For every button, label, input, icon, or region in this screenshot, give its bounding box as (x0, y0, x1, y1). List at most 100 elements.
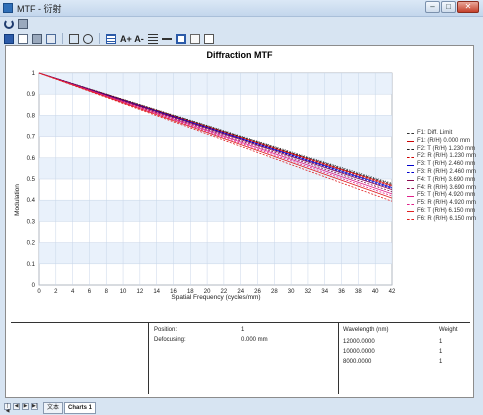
mtf-window: MTF - 衍射 – □ ✕ A+ A- Diffraction MTF 0 2… (0, 0, 483, 415)
toolbar-main: A+ A- (0, 31, 483, 46)
legend-swatch (407, 219, 414, 221)
legend-item: F5: T (R/H) 4.920 mm (407, 192, 476, 200)
y-tick-label: 0.8 (27, 113, 36, 119)
legend-swatch (407, 141, 414, 143)
zoom-icon[interactable] (83, 33, 93, 44)
font-decrease-icon[interactable]: A- (134, 34, 144, 44)
x-tick-label: 6 (88, 289, 92, 295)
tab-first-button[interactable]: |◀ (4, 403, 11, 414)
window-title: MTF - 衍射 (17, 4, 62, 14)
legend-swatch (407, 187, 414, 189)
tab-text[interactable]: 文本 (43, 402, 64, 414)
weight-value: 1 (439, 339, 443, 345)
wavelength-header: Wavelength (nm) (343, 327, 389, 333)
copy-icon[interactable] (18, 33, 28, 44)
x-tick-label: 8 (105, 289, 109, 295)
legend-label: F5: R (R/H) 4.920 mm (417, 200, 477, 207)
legend-swatch (407, 156, 414, 158)
legend-item: F4: T (R/H) 3.690 mm (407, 177, 476, 185)
legend-label: F6: R (R/H) 6.150 mm (417, 215, 477, 222)
x-tick-label: 42 (389, 289, 396, 295)
wavelength-value: 8000.0000 (343, 359, 372, 365)
position-label: Position: (154, 327, 178, 333)
defocusing-label: Defocusing: (154, 337, 186, 343)
x-tick-label: 36 (338, 289, 345, 295)
legend-item: F5: R (R/H) 4.920 mm (407, 200, 476, 208)
chart-panel: Diffraction MTF 0 2 4 6 8 10 12 14 16 18 20 22 24 26 2… (5, 45, 477, 398)
dash-style-icon[interactable] (162, 33, 172, 44)
legend-swatch (407, 133, 414, 135)
x-tick-label: 28 (271, 289, 278, 295)
tab-last-button[interactable]: ▶| (31, 403, 38, 410)
position-value: 1 (241, 327, 245, 333)
y-tick-label: 0 (32, 283, 36, 289)
legend-label: F4: T (R/H) 3.690 mm (417, 176, 476, 183)
legend-label: F6: T (R/H) 6.150 mm (417, 207, 476, 214)
print-icon[interactable] (32, 33, 42, 44)
grid-icon[interactable] (204, 33, 214, 44)
legend-label: F4: R (R/H) 3.690 mm (417, 184, 477, 191)
legend-label: F3: T (R/H) 2.460 mm (417, 161, 476, 168)
mtf-chart: 0 2 4 6 8 10 12 14 16 18 20 22 24 26 28 30 32 34 36 38 40 420… (14, 71, 396, 301)
legend-label: F2: T (R/H) 1.230 mm (417, 145, 476, 152)
tab-strip: |◀ ◀ ▶ ▶| 文本 Charts 1 (0, 399, 483, 415)
x-tick-label: 30 (288, 289, 295, 295)
x-tick-label: 34 (321, 289, 328, 295)
plot-band (39, 242, 392, 264)
plot-band (39, 200, 392, 222)
minimize-button[interactable]: – (425, 1, 440, 13)
x-tick-label: 40 (372, 289, 379, 295)
legend-icon[interactable] (106, 33, 116, 44)
toolbar-top (0, 16, 483, 31)
legend-item: F6: R (R/H) 6.150 mm (407, 216, 476, 224)
save-icon[interactable] (4, 33, 14, 44)
legend-label: F3: R (R/H) 2.460 mm (417, 168, 477, 175)
legend-item: F1: (R/H) 0.000 mm (407, 138, 476, 146)
x-tick-label: 2 (54, 289, 58, 295)
maximize-button[interactable]: □ (441, 1, 456, 13)
print-icon[interactable] (18, 18, 28, 29)
legend-swatch (407, 211, 414, 213)
legend-swatch (407, 180, 414, 182)
x-tick-label: 12 (137, 289, 144, 295)
info-table: Position: 1 Defocusing: 0.000 mm Wavelen… (11, 322, 470, 394)
x-tick-label: 10 (120, 289, 127, 295)
close-button[interactable]: ✕ (457, 1, 479, 13)
legend-label: F5: T (R/H) 4.920 mm (417, 192, 476, 199)
defocusing-value: 0.000 mm (241, 337, 268, 343)
legend-swatch (407, 203, 414, 205)
y-tick-label: 1 (32, 71, 36, 77)
wavelength-value: 12000.0000 (343, 339, 375, 345)
legend-item: F2: T (R/H) 1.230 mm (407, 146, 476, 154)
x-tick-label: 32 (305, 289, 312, 295)
tab-charts-1[interactable]: Charts 1 (64, 402, 97, 414)
x-axis-label: Spatial Frequency (cycles/mm) (171, 294, 260, 301)
weight-value: 1 (439, 359, 443, 365)
annotate-icon[interactable] (190, 33, 200, 44)
x-tick-label: 38 (355, 289, 362, 295)
y-axis-label: Modulation (14, 184, 21, 216)
line-weight-icon[interactable] (148, 33, 158, 44)
toolbar-separator (62, 33, 63, 44)
legend-item: F4: R (R/H) 3.690 mm (407, 185, 476, 193)
settings-icon[interactable] (46, 33, 56, 44)
tab-next-button[interactable]: ▶ (22, 403, 29, 410)
x-tick-label: 14 (153, 289, 160, 295)
toolbar-separator (99, 33, 100, 44)
weight-header: Weight (439, 327, 458, 333)
refresh-icon[interactable] (4, 18, 14, 29)
y-tick-label: 0.7 (27, 135, 36, 141)
weight-value: 1 (439, 349, 443, 355)
legend-item: F2: R (R/H) 1.230 mm (407, 153, 476, 161)
zoom-fit-icon[interactable] (69, 33, 79, 44)
legend-swatch (407, 172, 414, 174)
font-increase-icon[interactable]: A+ (120, 34, 132, 44)
legend-item: F3: T (R/H) 2.460 mm (407, 161, 476, 169)
legend-label: F1: Diff. Limit (417, 130, 453, 136)
legend-swatch (407, 195, 414, 197)
frame-icon[interactable] (176, 33, 186, 44)
x-tick-label: 0 (37, 289, 41, 295)
legend-label: F1: (R/H) 0.000 mm (417, 137, 471, 144)
table-divider (148, 323, 149, 394)
tab-prev-button[interactable]: ◀ (13, 403, 20, 410)
